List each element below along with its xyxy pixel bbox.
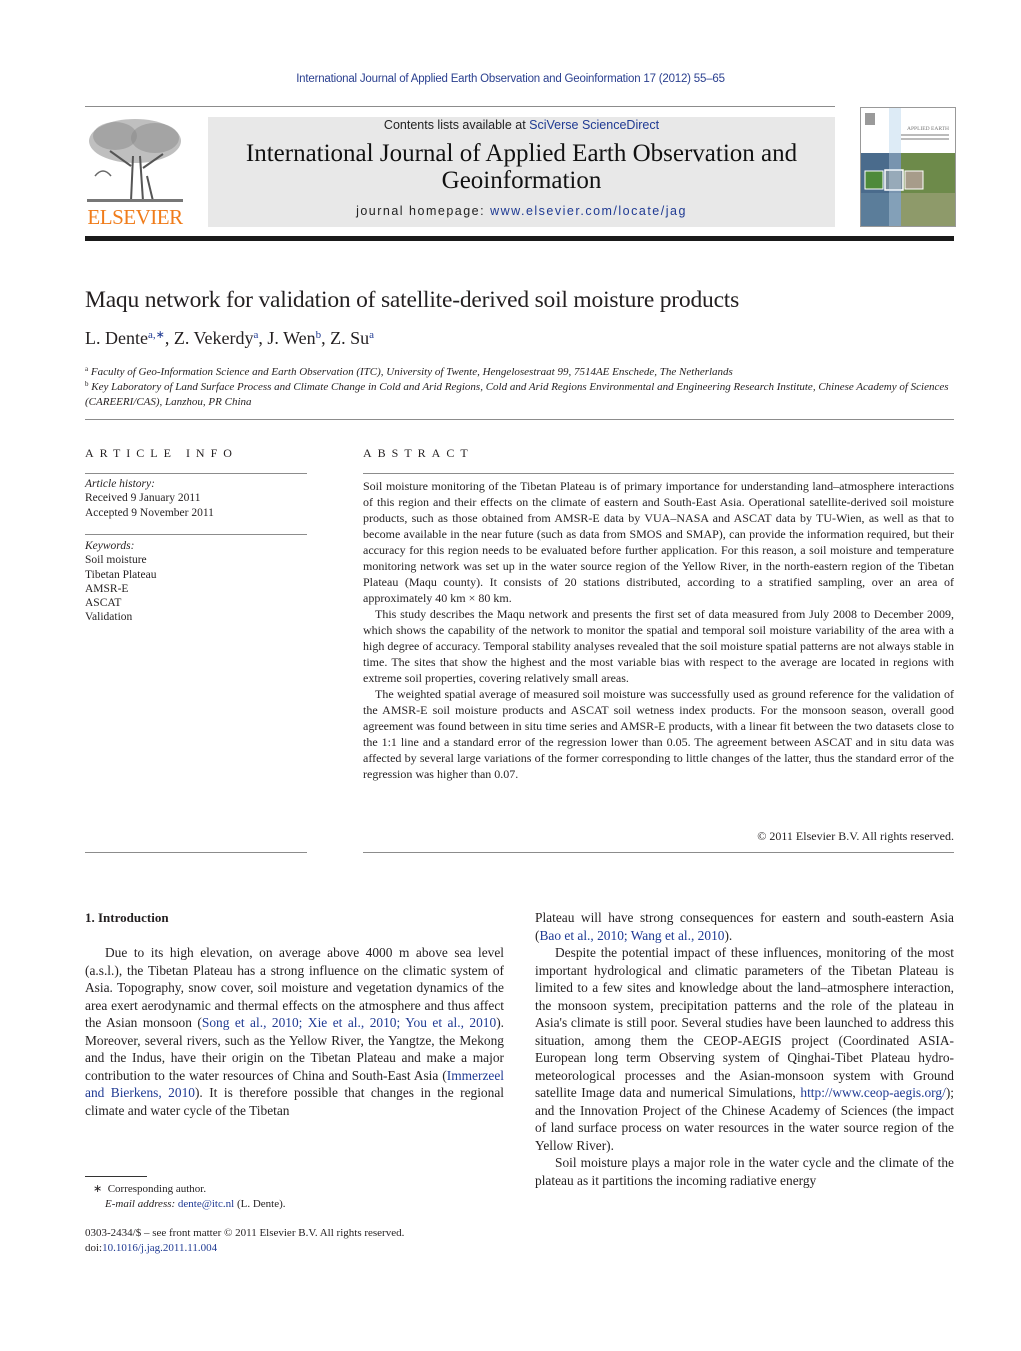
body-paragraph: Plateau will have strong consequences fo… — [535, 910, 954, 943]
running-head[interactable]: International Journal of Applied Earth O… — [0, 73, 1021, 85]
article-title: Maqu network for validation of satellite… — [85, 287, 740, 313]
journal-cover-image: APPLIED EARTH — [860, 107, 956, 227]
doi-link[interactable]: 10.1016/j.jag.2011.11.004 — [102, 1242, 217, 1254]
journal-title: International Journal of Applied Earth O… — [245, 140, 798, 194]
abstract-paragraph: This study describes the Maqu network an… — [363, 607, 954, 685]
article-history: Article history: Received 9 January 2011… — [85, 477, 307, 520]
author-name[interactable]: Z. Vekerdy — [174, 328, 254, 348]
abstract-copyright: © 2011 Elsevier B.V. All rights reserved… — [757, 829, 954, 843]
received-date: Received 9 January 2011 — [85, 492, 201, 505]
contents-line: Contents lists available at SciVerse Sci… — [383, 118, 660, 132]
abstract-rule — [363, 473, 954, 474]
issn-line: 0303-2434/$ – see front matter © 2011 El… — [85, 1227, 405, 1239]
author-affiliation-mark[interactable]: b — [316, 329, 322, 341]
keywords-rule — [85, 534, 307, 535]
abstract-paragraph: Soil moisture monitoring of the Tibetan … — [363, 479, 954, 605]
citation-link[interactable]: Song et al., 2010; Xie et al., 2010; You… — [202, 1015, 496, 1030]
affiliation-rule — [85, 419, 954, 420]
journal-homepage: journal homepage: www.elsevier.com/locat… — [356, 204, 687, 218]
author-affiliation-mark[interactable]: a — [369, 329, 374, 341]
citation-link[interactable]: Bao et al., 2010; Wang et al., 2010 — [539, 928, 724, 943]
author-name[interactable]: J. Wen — [267, 328, 315, 348]
body-column-right: Plateau will have strong consequences fo… — [535, 909, 954, 1189]
author-name[interactable]: Z. Su — [330, 328, 369, 348]
elsevier-wordmark: ELSEVIER — [87, 205, 183, 229]
affiliation-b: b Key Laboratory of Land Surface Process… — [85, 380, 949, 408]
keyword: Soil moisture — [85, 554, 147, 567]
front-matter: 0303-2434/$ – see front matter © 2011 El… — [85, 1226, 515, 1255]
keyword: Tibetan Plateau — [85, 568, 157, 581]
author-email-link[interactable]: dente@itc.nl — [178, 1198, 234, 1210]
sciencedirect-link[interactable]: SciVerse ScienceDirect — [529, 118, 659, 132]
article-info-rule — [85, 473, 307, 474]
header-thick-rule — [85, 236, 954, 241]
author-name[interactable]: L. Dente — [85, 328, 148, 348]
footnote-rule — [85, 1176, 147, 1177]
keyword: ASCAT — [85, 597, 122, 610]
abstract-paragraph: The weighted spatial average of measured… — [363, 687, 954, 781]
body-paragraph: Due to its high elevation, on average ab… — [85, 945, 504, 1118]
top-rule — [85, 106, 835, 107]
keyword: AMSR-E — [85, 582, 129, 595]
author-list: L. Dentea,∗, Z. Vekerdya, J. Wenb, Z. Su… — [85, 328, 375, 348]
keywords-list: Keywords: Soil moisture Tibetan Plateau … — [85, 539, 307, 625]
abstract-heading: ABSTRACT — [363, 446, 474, 460]
article-info-heading: ARTICLE INFO — [85, 446, 238, 460]
doi-line: doi:10.1016/j.jag.2011.11.004 — [85, 1241, 218, 1254]
article-info-bottom-rule — [85, 852, 307, 853]
ceop-aegis-link[interactable]: http://www.ceop-aegis.org/ — [800, 1085, 945, 1100]
corresponding-author-footnote: ∗ Corresponding author. E-mail address: … — [93, 1183, 286, 1210]
journal-masthead: Contents lists available at SciVerse Sci… — [208, 117, 835, 227]
cover-title: APPLIED EARTH — [907, 126, 949, 132]
homepage-link[interactable]: www.elsevier.com/locate/jag — [490, 204, 687, 218]
body-column-left: Due to its high elevation, on average ab… — [85, 944, 504, 1119]
abstract-bottom-rule — [363, 852, 954, 853]
author-affiliation-mark[interactable]: a — [254, 329, 259, 341]
body-paragraph: Soil moisture plays a major role in the … — [535, 1155, 954, 1188]
accepted-date: Accepted 9 November 2011 — [85, 506, 214, 519]
body-paragraph: Despite the potential impact of these in… — [535, 945, 954, 1153]
abstract-body: Soil moisture monitoring of the Tibetan … — [363, 478, 954, 782]
keyword: Validation — [85, 611, 133, 624]
section-heading-introduction: 1. Introduction — [85, 910, 169, 925]
author-affiliation-mark[interactable]: a,∗ — [148, 329, 165, 341]
